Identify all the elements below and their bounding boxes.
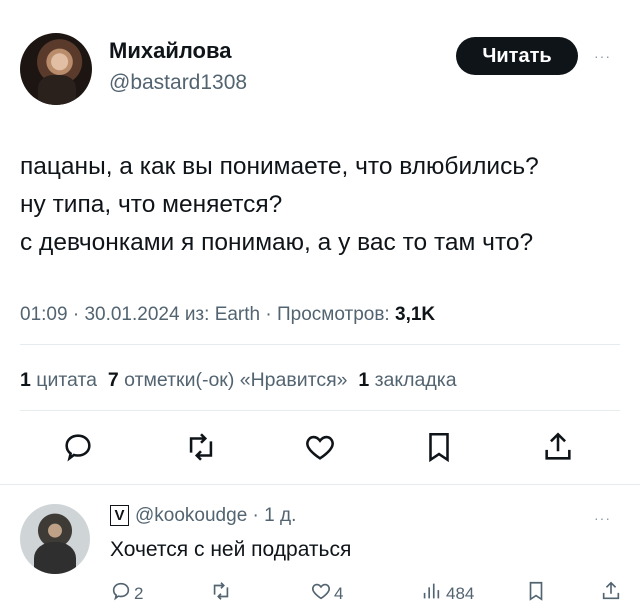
share-icon[interactable] [600,580,622,607]
tweet-meta: 01:09 · 30.01.2024 из: Earth · Просмотро… [20,304,436,325]
quotes-label: цитата [36,369,98,391]
tweet-time[interactable]: 01:09 [20,304,68,325]
views-label: Просмотров: [277,304,390,325]
reply-text: Хочется с ней подраться [110,538,352,561]
more-options-icon[interactable]: ··· [594,48,611,64]
quotes-stat[interactable]: 1 цитата [20,369,97,391]
retweet-icon[interactable] [183,430,219,469]
reply-like-action[interactable]: 4 [310,580,343,607]
reply-handle-line: @kookoudge · 1 д. [135,505,297,526]
likes-count: 7 [107,369,119,391]
divider [20,410,620,411]
tweet-stats: 1 цитата 7 отметки(-ок) «Нравится» 1 зак… [20,369,457,392]
reply-handle[interactable]: @kookoudge [135,505,247,526]
author-handle[interactable]: @bastard1308 [109,71,247,95]
tweet-source: из: Earth [184,304,261,325]
tweet-text-line: с девчонками я понимаю, а у вас то там ч… [20,229,534,256]
views-count: 484 [446,583,475,603]
views-icon [420,580,442,607]
divider [20,344,620,345]
likes-stat[interactable]: 7 отметки(-ок) «Нравится» [108,369,348,391]
verified-badge-icon: V [110,505,129,526]
share-icon[interactable] [540,430,576,469]
bookmark-icon[interactable] [525,580,547,607]
quotes-count: 1 [20,369,31,391]
tweet-text-line: ну типа, что меняется? [20,191,283,218]
reply-avatar[interactable] [20,504,90,574]
like-icon[interactable] [302,430,338,469]
reply-views-action[interactable]: 484 [420,580,474,607]
retweet-icon[interactable] [210,580,232,607]
author-name[interactable]: Михайлова [109,38,231,64]
divider [0,484,640,485]
tweet-text: пацаны, а как вы понимаете, что влюбилис… [20,148,630,262]
bookmarks-count: 1 [358,369,370,391]
author-avatar[interactable] [20,33,92,105]
reply-reply-action[interactable]: 2 [110,580,143,607]
likes-label: отметки(-ок) «Нравится» [124,369,348,391]
follow-button[interactable]: Читать [456,37,578,75]
reply-icon [110,580,132,607]
like-count: 4 [334,583,344,603]
tweet-text-line: пацаны, а как вы понимаете, что влюбилис… [20,153,539,180]
reply-time[interactable]: 1 д. [264,505,296,526]
reply-icon[interactable] [60,430,96,469]
bookmarks-label: закладка [374,369,457,391]
reply-more-options-icon[interactable]: ··· [594,510,611,526]
reply-count: 2 [134,583,144,603]
tweet-date[interactable]: 30.01.2024 [84,304,179,325]
views-count: 3,1K [395,304,436,325]
bookmarks-stat[interactable]: 1 закладка [358,369,456,391]
bookmark-icon[interactable] [421,430,457,469]
like-icon [310,580,332,607]
